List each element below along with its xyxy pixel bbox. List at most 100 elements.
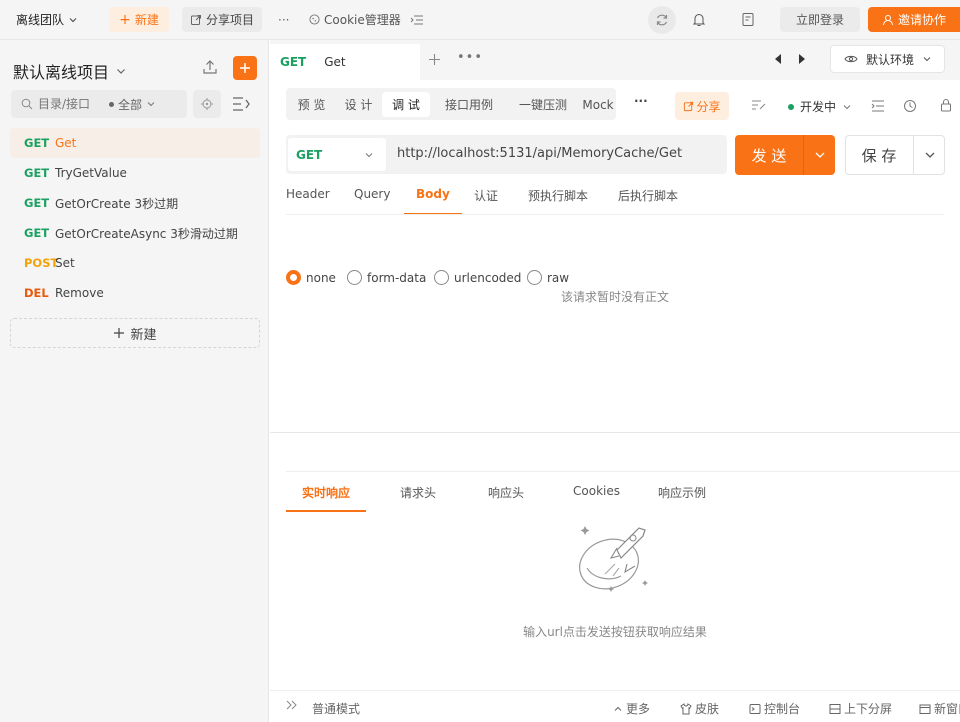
body-type-radio[interactable]: form-data xyxy=(347,270,426,285)
radio-circle-icon xyxy=(347,270,362,285)
method-label: GET xyxy=(296,147,323,162)
response-tab[interactable]: Cookies xyxy=(573,484,620,512)
api-item[interactable]: GET Get xyxy=(10,128,260,158)
body-type-radio[interactable]: none xyxy=(286,270,336,285)
console-icon xyxy=(749,703,761,714)
api-name: Set xyxy=(55,256,75,270)
expand-sidebar-icon[interactable] xyxy=(286,700,298,710)
response-tab[interactable]: 响应头 xyxy=(488,484,524,512)
param-tab[interactable]: 后执行脚本 xyxy=(618,187,678,215)
search-input[interactable] xyxy=(38,97,104,111)
save-label: 保 存 xyxy=(861,146,897,165)
tab-prev-icon[interactable] xyxy=(774,54,782,64)
environment-select[interactable]: 默认环境 xyxy=(830,45,945,73)
share-project-button[interactable]: 分享项目 xyxy=(182,7,262,32)
window-icon xyxy=(919,704,931,714)
save-options-button[interactable] xyxy=(913,135,945,175)
body-type-label: form-data xyxy=(367,270,427,285)
new-api-button[interactable]: 新建 xyxy=(10,318,260,348)
body-type-radio[interactable]: raw xyxy=(527,270,569,285)
param-tab[interactable]: 预执行脚本 xyxy=(528,187,588,215)
response-tab[interactable]: 实时响应 xyxy=(286,484,367,512)
param-tab[interactable]: Header xyxy=(286,187,330,215)
response-tab[interactable]: 响应示例 xyxy=(658,484,706,512)
skin-label: 皮肤 xyxy=(695,702,720,716)
content-tab[interactable]: 调 试 xyxy=(382,92,430,117)
sort-icon[interactable] xyxy=(231,95,251,113)
chevron-up-icon xyxy=(614,706,622,711)
outline-icon[interactable] xyxy=(871,100,885,112)
filter-dropdown[interactable]: 全部 xyxy=(109,96,156,113)
chevron-down-icon xyxy=(147,102,155,107)
statusbar-more[interactable]: 更多 xyxy=(613,700,650,717)
invite-button[interactable]: 邀请协作 xyxy=(868,7,960,32)
tab-more-icon[interactable]: ••• xyxy=(457,50,483,65)
api-item[interactable]: GET TryGetValue xyxy=(10,158,260,188)
team-switcher[interactable]: 离线团队 xyxy=(16,7,78,32)
lock-icon[interactable] xyxy=(940,98,952,112)
rocket-illustration-icon xyxy=(575,520,655,600)
new-button[interactable]: + 新建 xyxy=(109,7,169,32)
locate-icon[interactable] xyxy=(193,90,221,118)
bell-icon[interactable] xyxy=(692,12,706,27)
param-tab[interactable]: Query xyxy=(354,187,390,215)
method-select[interactable]: GET xyxy=(288,138,386,171)
user-icon xyxy=(882,14,893,25)
team-name: 离线团队 xyxy=(16,13,65,27)
new-window-button[interactable]: 新窗口 xyxy=(919,700,960,717)
api-name: TryGetValue xyxy=(55,166,127,180)
send-options-button[interactable] xyxy=(803,135,835,175)
mode-toggle[interactable]: 普通模式 xyxy=(312,700,360,717)
split-button[interactable]: 上下分屏 xyxy=(829,700,892,717)
api-name: Get xyxy=(55,136,77,150)
shirt-icon xyxy=(680,702,692,714)
content-tab[interactable]: 接口用例 xyxy=(430,92,508,117)
param-tab[interactable]: 认证 xyxy=(474,187,498,215)
content-more-icon[interactable]: ··· xyxy=(634,94,648,108)
body-empty-text: 该请求暂时没有正文 xyxy=(560,290,669,304)
share-button[interactable]: 分享 xyxy=(675,92,729,120)
url-input[interactable]: http://localhost:5131/api/MemoryCache/Ge… xyxy=(397,146,682,161)
body-type-radio[interactable]: urlencoded xyxy=(434,270,521,285)
login-button[interactable]: 立即登录 xyxy=(780,7,860,32)
tab-next-icon[interactable] xyxy=(798,54,806,64)
sidebar: 默认离线项目 全部 GET Get GET TryGetValue GET GetOrCr… xyxy=(0,40,269,722)
collapse-list-icon[interactable] xyxy=(410,7,424,32)
content-tab[interactable]: 预 览 xyxy=(288,92,335,117)
cookie-manager-button[interactable]: Cookie管理器 xyxy=(309,7,401,32)
param-tab[interactable]: Body xyxy=(404,187,462,215)
chevron-down-icon xyxy=(925,152,934,158)
add-tab-icon[interactable] xyxy=(428,53,441,66)
response-tab[interactable]: 请求头 xyxy=(400,484,436,512)
chevron-down-icon xyxy=(69,17,77,22)
console-button[interactable]: 控制台 xyxy=(749,700,800,717)
split-icon xyxy=(829,703,841,714)
send-label: 发 送 xyxy=(751,146,787,165)
more-menu-button[interactable]: ··· xyxy=(278,7,289,32)
share-icon xyxy=(190,14,201,25)
note-icon[interactable] xyxy=(741,12,755,27)
history-icon[interactable] xyxy=(903,99,917,113)
edit-note-icon[interactable] xyxy=(751,99,767,111)
content-tab[interactable]: Mock xyxy=(578,92,618,117)
api-item[interactable]: DEL Remove xyxy=(10,278,260,308)
api-item[interactable]: GET GetOrCreateAsync 3秒滑动过期 xyxy=(10,218,260,248)
add-api-button[interactable] xyxy=(233,56,257,80)
api-method: GET xyxy=(24,226,50,240)
project-switcher[interactable]: 默认离线项目 xyxy=(13,59,127,83)
api-item[interactable]: GET GetOrCreate 3秒过期 xyxy=(10,188,260,218)
api-method: POST xyxy=(24,256,59,270)
send-button[interactable]: 发 送 xyxy=(735,135,803,175)
doc-tab-method: GET xyxy=(280,55,307,69)
doc-tab-get[interactable]: GET Get xyxy=(270,44,420,80)
import-icon[interactable] xyxy=(201,58,219,76)
content-tab[interactable]: 设 计 xyxy=(335,92,382,117)
skin-button[interactable]: 皮肤 xyxy=(680,700,719,717)
sync-icon[interactable] xyxy=(648,6,676,34)
save-button[interactable]: 保 存 xyxy=(845,135,913,175)
api-item[interactable]: POST Set xyxy=(10,248,260,278)
split-label: 上下分屏 xyxy=(844,702,893,716)
plus-icon xyxy=(240,63,250,73)
dev-status-select[interactable]: 开发中 xyxy=(788,98,852,115)
content-tab[interactable]: 一键压测 xyxy=(508,92,578,117)
